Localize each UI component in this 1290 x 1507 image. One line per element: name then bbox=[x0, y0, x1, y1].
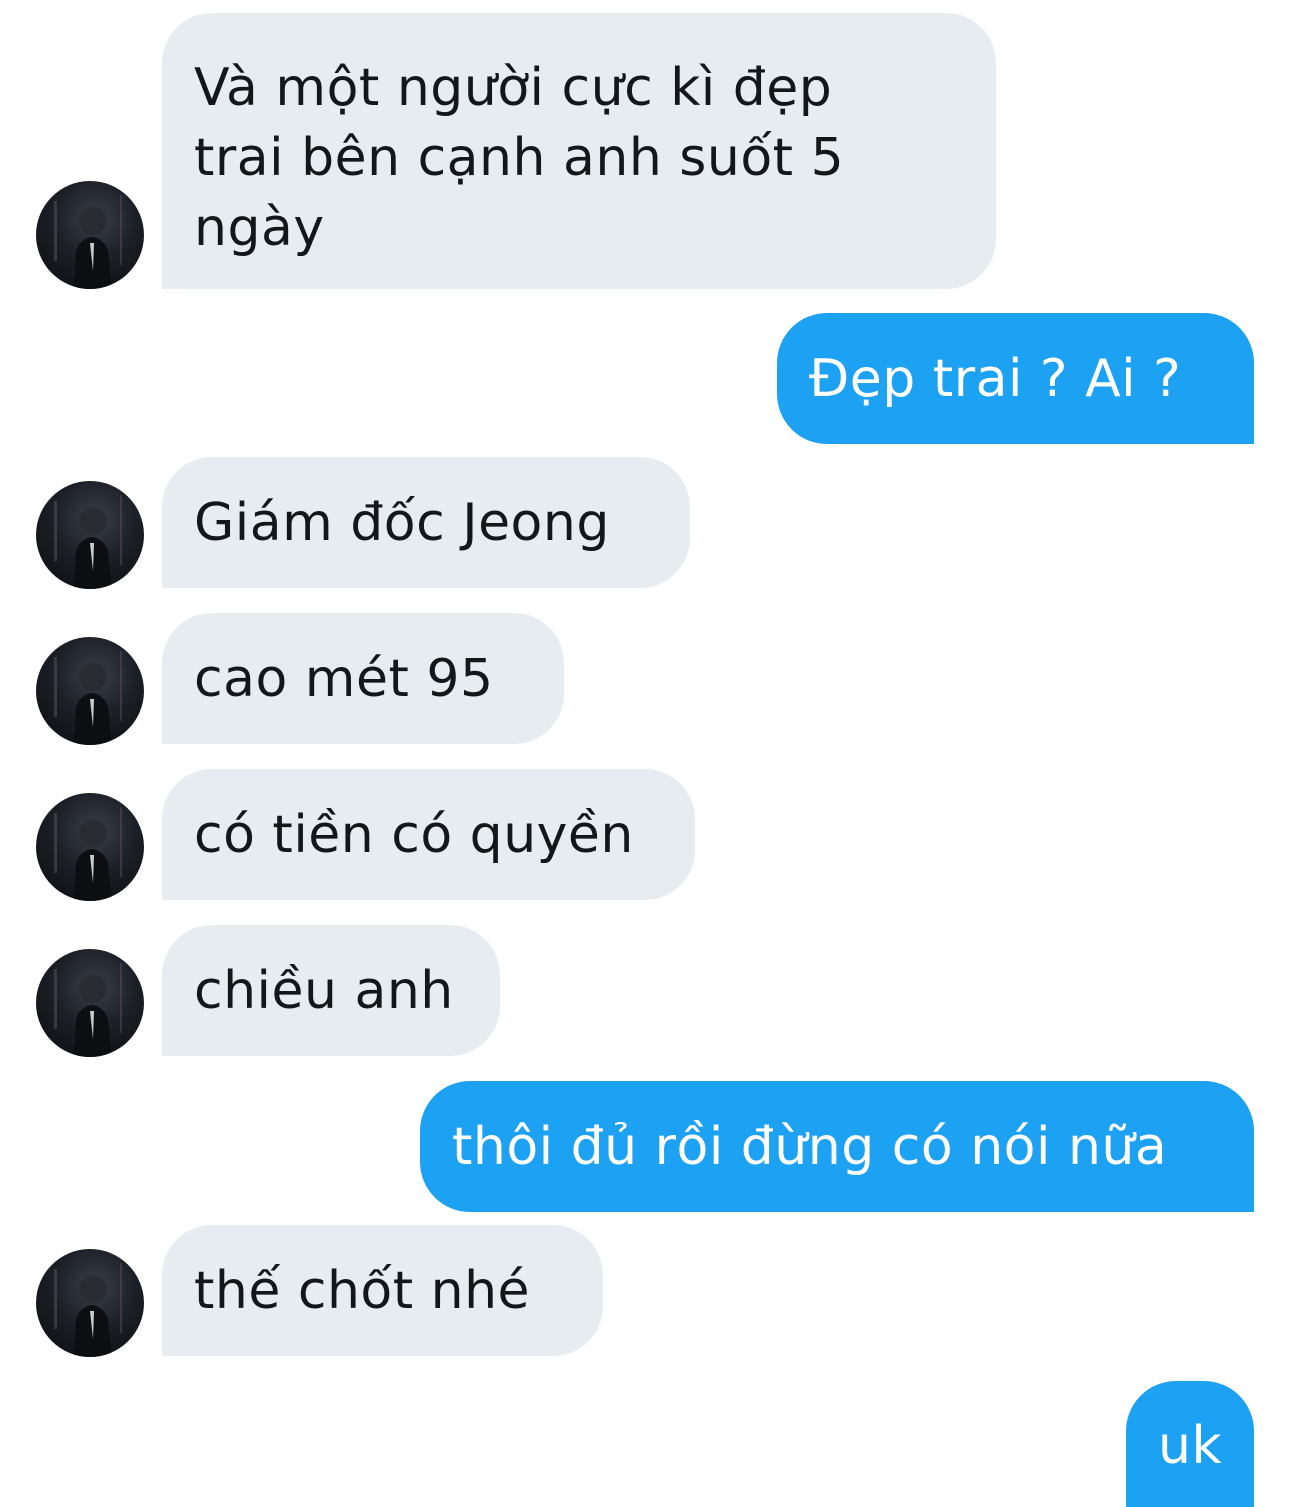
avatar[interactable] bbox=[36, 481, 144, 589]
message-bubble-incoming[interactable]: chiều anh bbox=[162, 925, 500, 1056]
person-silhouette-icon bbox=[54, 807, 122, 901]
message-thread: Và một người cực kì đẹp trai bên cạnh an… bbox=[0, 0, 1290, 1507]
avatar[interactable] bbox=[36, 637, 144, 745]
message-text: Và một người cực kì đẹp trai bên cạnh an… bbox=[194, 58, 845, 258]
message-bubble-outgoing[interactable]: thôi đủ rồi đừng có nói nữa bbox=[420, 1081, 1254, 1212]
message-bubble-incoming[interactable]: có tiền có quyền bbox=[162, 769, 695, 900]
message-text: chiều anh bbox=[194, 960, 454, 1021]
message-bubble-incoming[interactable]: Giám đốc Jeong bbox=[162, 457, 690, 588]
avatar[interactable] bbox=[36, 181, 144, 289]
message-text: Đẹp trai ? Ai ? bbox=[809, 348, 1182, 409]
avatar[interactable] bbox=[36, 793, 144, 901]
person-silhouette-icon bbox=[54, 963, 122, 1057]
message-bubble-outgoing[interactable]: uk bbox=[1126, 1381, 1254, 1507]
message-bubble-incoming[interactable]: cao mét 95 bbox=[162, 613, 564, 744]
message-bubble-outgoing[interactable]: Đẹp trai ? Ai ? bbox=[777, 313, 1254, 444]
person-silhouette-icon bbox=[54, 651, 122, 745]
message-text: cao mét 95 bbox=[194, 648, 494, 709]
avatar[interactable] bbox=[36, 1249, 144, 1357]
person-silhouette-icon bbox=[54, 195, 122, 289]
message-text: có tiền có quyền bbox=[194, 804, 634, 865]
person-silhouette-icon bbox=[54, 495, 122, 589]
message-text: thế chốt nhé bbox=[194, 1260, 531, 1321]
avatar[interactable] bbox=[36, 949, 144, 1057]
message-text: uk bbox=[1158, 1416, 1223, 1476]
message-text: thôi đủ rồi đừng có nói nữa bbox=[452, 1116, 1168, 1177]
message-bubble-incoming[interactable]: Và một người cực kì đẹp trai bên cạnh an… bbox=[162, 13, 996, 289]
message-bubble-incoming[interactable]: thế chốt nhé bbox=[162, 1225, 603, 1356]
message-text: Giám đốc Jeong bbox=[194, 492, 610, 553]
person-silhouette-icon bbox=[54, 1263, 122, 1357]
